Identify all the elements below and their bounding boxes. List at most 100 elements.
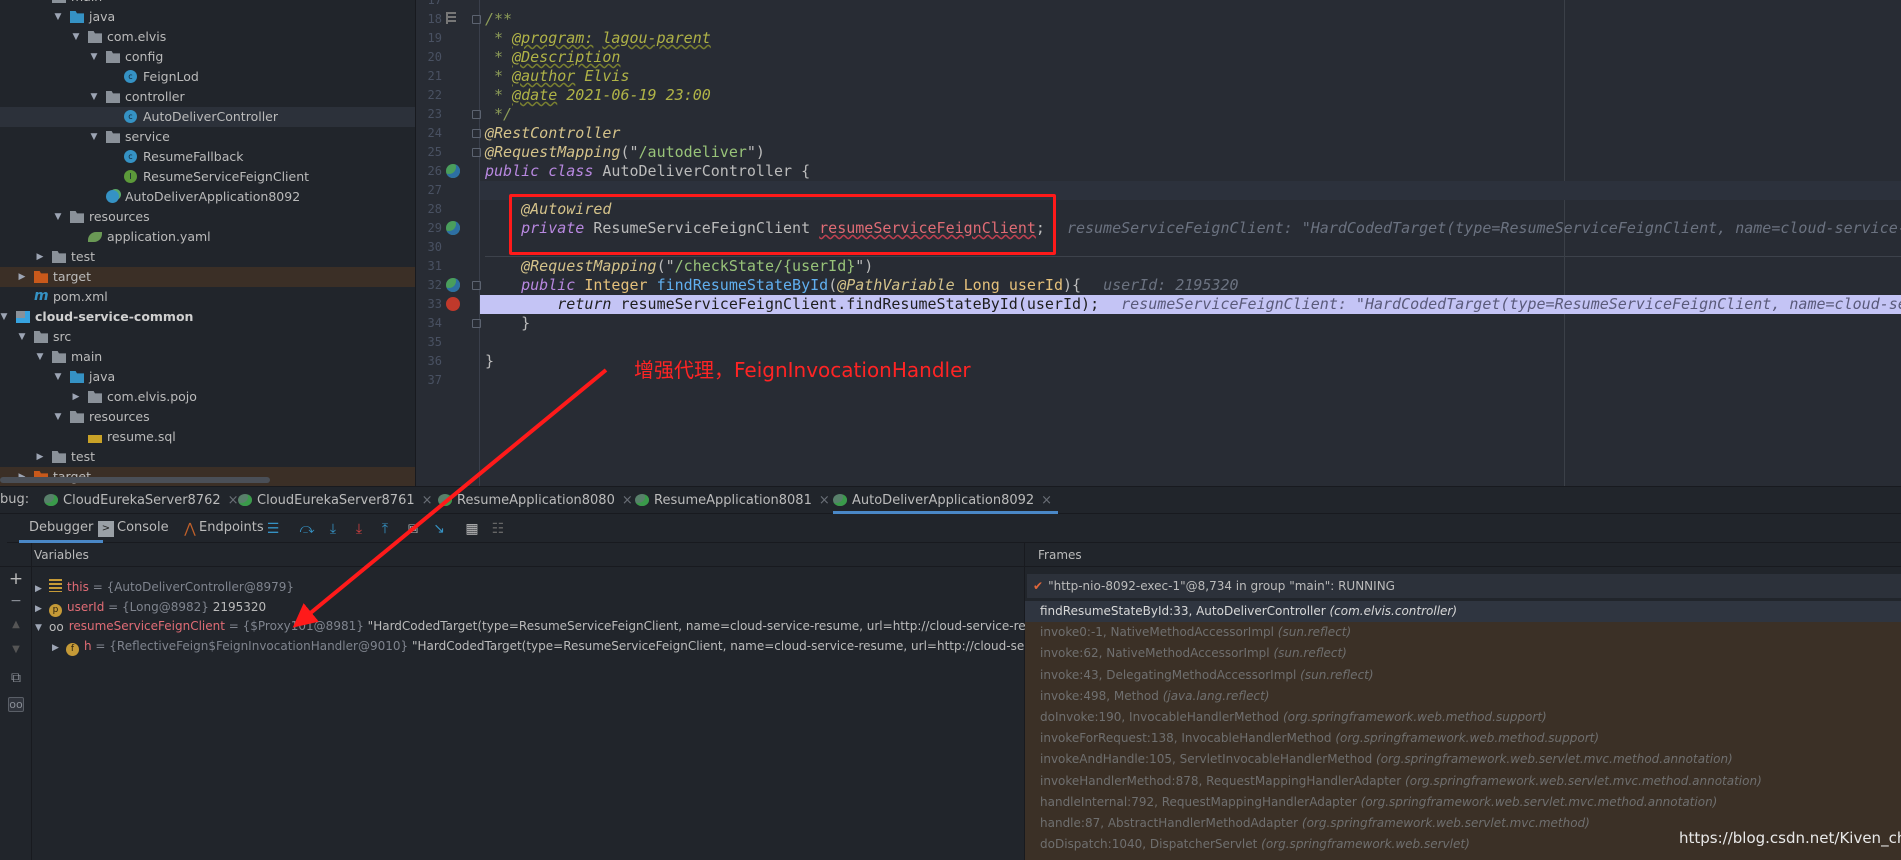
structure-icon[interactable] bbox=[446, 12, 456, 24]
chevron-down-icon[interactable]: ▼ bbox=[0, 307, 10, 327]
step-into-icon[interactable]: ⤓ bbox=[325, 521, 341, 537]
variable-row[interactable]: ▶ p userId = {Long@8982} 2195320 bbox=[35, 597, 266, 617]
tree-item[interactable]: ▼ java bbox=[0, 7, 415, 27]
variable-row[interactable]: ▶ this = {AutoDeliverController@8979} bbox=[35, 577, 294, 597]
tree-item[interactable]: ▼ resources bbox=[0, 207, 415, 227]
tree-item[interactable]: c AutoDeliverController bbox=[0, 107, 415, 127]
debug-tab[interactable]: CloudEurekaServer8762 × bbox=[44, 487, 245, 514]
evaluate-expression-icon[interactable]: ▦ bbox=[464, 521, 480, 537]
chevron-right-icon[interactable]: ▶ bbox=[16, 267, 28, 287]
tree-item[interactable]: ▶ test bbox=[0, 247, 415, 267]
close-icon[interactable]: × bbox=[1041, 493, 1052, 508]
close-icon[interactable]: × bbox=[819, 493, 830, 508]
chevron-down-icon[interactable]: ▼ bbox=[70, 27, 82, 47]
stack-frame[interactable]: doInvoke:190, InvocableHandlerMethod (or… bbox=[1025, 707, 1901, 728]
tree-item[interactable]: ▼ resources bbox=[0, 407, 415, 427]
chevron-down-icon[interactable]: ▼ bbox=[88, 87, 100, 107]
code-line[interactable]: @RequestMapping("/autodeliver") bbox=[480, 143, 1901, 162]
tree-item[interactable]: ▼ main bbox=[0, 0, 415, 7]
bean-icon[interactable] bbox=[446, 221, 460, 235]
code-line[interactable]: @RequestMapping("/checkState/{userId}") bbox=[480, 257, 1901, 276]
tree-item[interactable]: AutoDeliverApplication8092 bbox=[0, 187, 415, 207]
tab-console[interactable]: Console bbox=[117, 515, 169, 543]
remove-watch-icon[interactable]: − bbox=[8, 593, 24, 609]
stack-frame[interactable]: invoke:498, Method (java.lang.reflect) bbox=[1025, 686, 1901, 707]
stack-frame[interactable]: invokeHandlerMethod:878, RequestMappingH… bbox=[1025, 771, 1901, 792]
debug-tab[interactable]: ResumeApplication8080 × bbox=[438, 487, 639, 514]
code-line[interactable]: */ bbox=[480, 105, 1901, 124]
tree-item[interactable]: ▶ test bbox=[0, 447, 415, 467]
code-line[interactable]: public Integer findResumeStateById(@Path… bbox=[480, 276, 1901, 295]
stack-frame[interactable]: invoke0:-1, NativeMethodAccessorImpl (su… bbox=[1025, 622, 1901, 643]
editor-gutter[interactable]: 17 18 19 20 21 22 23 24 25 26 27 28 29 30 31 32 33 34 35 36… bbox=[416, 0, 481, 486]
bean-icon[interactable] bbox=[446, 278, 460, 292]
chevron-down-icon[interactable]: ▼ bbox=[35, 618, 49, 638]
chevron-right-icon[interactable]: ▶ bbox=[34, 247, 46, 267]
stack-frame[interactable]: invoke:43, DelegatingMethodAccessorImpl … bbox=[1025, 665, 1901, 686]
code-line[interactable]: * @author Elvis bbox=[480, 67, 1901, 86]
tree-item[interactable]: ▶ com.elvis.pojo bbox=[0, 387, 415, 407]
chevron-down-icon[interactable]: ▼ bbox=[88, 47, 100, 67]
tree-item[interactable]: ▼ src bbox=[0, 327, 415, 347]
tree-item[interactable]: c ResumeFallback bbox=[0, 147, 415, 167]
force-step-into-icon[interactable]: ⤓ bbox=[351, 521, 367, 537]
stack-frame[interactable]: findResumeStateById:33, AutoDeliverContr… bbox=[1025, 601, 1901, 622]
tree-item[interactable]: ▼ service bbox=[0, 127, 415, 147]
move-up-icon[interactable]: ▲ bbox=[8, 619, 24, 630]
tree-item[interactable]: ▼ controller bbox=[0, 87, 415, 107]
chevron-right-icon[interactable]: ▶ bbox=[34, 447, 46, 467]
chevron-down-icon[interactable]: ▼ bbox=[52, 367, 64, 387]
step-out-icon[interactable]: ⤒ bbox=[377, 521, 393, 537]
debug-tab[interactable]: CloudEurekaServer8761 × bbox=[238, 487, 439, 514]
show-execution-point-icon[interactable]: ☰ bbox=[265, 521, 281, 537]
stack-frame[interactable]: invokeAndHandle:105, ServletInvocableHan… bbox=[1025, 749, 1901, 770]
debug-tab[interactable]: ResumeApplication8081 × bbox=[635, 487, 836, 514]
stack-frame[interactable]: handleInternal:792, RequestMappingHandle… bbox=[1025, 792, 1901, 813]
bean-icon[interactable] bbox=[446, 164, 460, 178]
close-icon[interactable]: × bbox=[228, 493, 239, 508]
code-line[interactable]: } bbox=[480, 314, 1901, 333]
chevron-down-icon[interactable]: ▼ bbox=[34, 347, 46, 367]
tree-item[interactable]: ▼ cloud-service-common bbox=[0, 307, 415, 327]
code-line[interactable]: /** bbox=[480, 10, 1901, 29]
code-line[interactable]: * @program: lagou-parent bbox=[480, 29, 1901, 48]
tab-debugger[interactable]: Debugger bbox=[19, 515, 104, 543]
drop-frame-icon[interactable]: ⧉ bbox=[405, 521, 421, 537]
tree-item[interactable]: ▼ com.elvis bbox=[0, 27, 415, 47]
code-line[interactable]: @RestController bbox=[480, 124, 1901, 143]
code-line[interactable] bbox=[480, 333, 1901, 352]
tab-endpoints[interactable]: Endpoints bbox=[199, 515, 264, 543]
show-watches-icon[interactable]: oo bbox=[8, 697, 24, 712]
code-line[interactable] bbox=[480, 0, 1901, 10]
chevron-down-icon[interactable]: ▼ bbox=[88, 127, 100, 147]
chevron-down-icon[interactable]: ▼ bbox=[34, 0, 46, 7]
project-tree[interactable]: ▼ main ▼ java ▼ com.elvis ▼ config c FeignLod ▼ con… bbox=[0, 0, 416, 486]
tree-horizontal-scrollbar[interactable] bbox=[0, 477, 270, 483]
tree-item[interactable]: c FeignLod bbox=[0, 67, 415, 87]
copy-icon[interactable]: ⧉ bbox=[8, 670, 24, 686]
tree-item[interactable]: I ResumeServiceFeignClient bbox=[0, 167, 415, 187]
trace-icon[interactable]: ☷ bbox=[490, 521, 506, 537]
chevron-down-icon[interactable]: ▼ bbox=[52, 7, 64, 27]
step-over-icon[interactable]: ⤼ bbox=[299, 521, 315, 537]
chevron-right-icon[interactable]: ▶ bbox=[52, 638, 66, 658]
close-icon[interactable]: × bbox=[622, 493, 633, 508]
tree-item[interactable]: ▼ config bbox=[0, 47, 415, 67]
close-icon[interactable]: × bbox=[422, 493, 433, 508]
tree-item[interactable]: ▼ java bbox=[0, 367, 415, 387]
add-watch-icon[interactable]: + bbox=[8, 569, 24, 589]
move-down-icon[interactable]: ▼ bbox=[8, 644, 24, 655]
variable-row[interactable]: ▼ oo resumeServiceFeignClient = {$Proxy101… bbox=[35, 616, 1075, 636]
tree-item[interactable]: resume.sql bbox=[0, 427, 415, 447]
stack-frame[interactable]: invoke:62, NativeMethodAccessorImpl (sun… bbox=[1025, 643, 1901, 664]
debug-tab[interactable]: AutoDeliverApplication8092 × bbox=[833, 487, 1059, 514]
tree-item[interactable]: m pom.xml bbox=[0, 287, 415, 307]
code-line[interactable]: * @Description bbox=[480, 48, 1901, 67]
tree-item[interactable]: ▼ main bbox=[0, 347, 415, 367]
variable-row[interactable]: ▶ f h = {ReflectiveFeign$FeignInvocationHa… bbox=[52, 636, 1070, 656]
chevron-down-icon[interactable]: ▼ bbox=[52, 407, 64, 427]
code-line[interactable]: * @date 2021-06-19 23:00 bbox=[480, 86, 1901, 105]
chevron-right-icon[interactable]: ▶ bbox=[70, 387, 82, 407]
tree-item[interactable]: application.yaml bbox=[0, 227, 415, 247]
run-to-cursor-icon[interactable]: ↘ bbox=[431, 521, 447, 537]
